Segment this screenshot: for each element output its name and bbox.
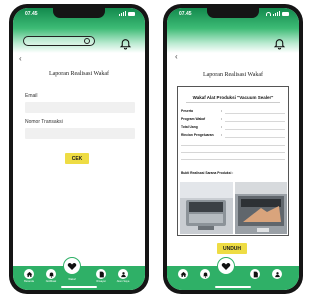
screen-laporan-detail: 07.45 ‹ Laporan Realisasi Wakaf Wakaf Al… [167, 8, 299, 290]
nav-label: Beranda [24, 280, 34, 283]
search-icon [84, 38, 90, 44]
email-field[interactable] [25, 102, 135, 113]
signal-icon [119, 11, 126, 16]
signal-icon [273, 11, 280, 16]
nav-item-notifikasi[interactable]: Notifikasi [41, 269, 61, 283]
status-time: 07.45 [25, 11, 38, 17]
cek-button[interactable]: CEK [65, 153, 89, 164]
battery-icon [128, 11, 135, 16]
search-input[interactable] [23, 36, 95, 46]
bell-icon[interactable] [119, 37, 132, 50]
status-icons [119, 11, 135, 16]
document-icon [250, 269, 260, 279]
nav-label: Wakaf [68, 278, 76, 281]
notch [207, 8, 259, 18]
home-indicator [215, 286, 251, 288]
nav-label: Riwayat [96, 280, 106, 283]
report-card: Wakaf Alat Produksi "Vacuum Sealer" Pese… [177, 86, 289, 236]
field-row: Rincian Pengeluaran : [181, 133, 285, 139]
nav-item-akun[interactable] [267, 269, 287, 279]
status-time: 07.45 [179, 11, 192, 17]
hands-heart-icon [221, 263, 231, 270]
nav-item-notifikasi[interactable] [195, 269, 215, 279]
card-heading: Wakaf Alat Produksi "Vacuum Sealer" [192, 95, 274, 100]
transaksi-field[interactable] [25, 128, 135, 139]
bell-icon[interactable] [273, 37, 286, 50]
hands-heart-icon [67, 263, 77, 270]
page-title: Laporan Realisasi Wakaf [202, 72, 264, 78]
nav-label: Akun Saya [116, 280, 130, 283]
nav-item-wakaf[interactable] [217, 257, 235, 275]
battery-icon [282, 11, 289, 16]
home-indicator [61, 286, 97, 288]
back-icon[interactable]: ‹ [19, 54, 22, 63]
bell-icon [200, 269, 210, 279]
page-title: Laporan Realisasi Wakaf [48, 71, 110, 77]
status-icons [266, 11, 289, 16]
bottom-nav: Beranda Notifikasi Wakaf Riwayat Akun Sa… [13, 257, 145, 290]
field-row: Peserta : [181, 109, 285, 115]
nav-item-beranda[interactable] [173, 269, 193, 279]
divider [186, 102, 280, 103]
field-label: Program Wakaf [181, 117, 206, 121]
bukti-label: Bukti Realisasi Sarana Produksi : [181, 171, 234, 175]
home-icon [24, 269, 34, 279]
unduh-button[interactable]: UNDUH [217, 243, 247, 254]
top-bar: 07.45 [167, 8, 299, 53]
field-row: Total Uang : [181, 125, 285, 131]
top-bar: 07.45 [13, 8, 145, 53]
user-icon [272, 269, 282, 279]
nav-label: Notifikasi [45, 280, 57, 283]
field-row: Program Wakaf : [181, 117, 285, 123]
divider [181, 159, 285, 160]
field-label: Total Uang [181, 125, 198, 129]
email-label: Email [25, 93, 38, 99]
back-icon[interactable]: ‹ [175, 52, 178, 61]
screen-cek-laporan: 07.45 ‹ Laporan Realisasi Wakaf Email No… [13, 8, 145, 290]
vacuum-sealer-photo [180, 182, 233, 234]
nav-item-wakaf[interactable] [63, 257, 81, 275]
user-icon [118, 269, 128, 279]
phone-frame-right: 07.45 ‹ Laporan Realisasi Wakaf Wakaf Al… [163, 4, 303, 294]
nav-item-akun[interactable]: Akun Saya [113, 269, 133, 283]
bottom-nav [167, 257, 299, 290]
bell-icon [46, 269, 56, 279]
phone-frame-left: 07.45 ‹ Laporan Realisasi Wakaf Email No… [9, 4, 149, 294]
nav-item-riwayat[interactable]: Riwayat [91, 269, 111, 283]
document-icon [96, 269, 106, 279]
home-icon [178, 269, 188, 279]
notch [53, 8, 105, 18]
nav-item-riwayat[interactable] [245, 269, 265, 279]
transaksi-label: Nomor Transaksi [25, 119, 63, 125]
divider [181, 152, 285, 153]
vacuum-sealer-photo [235, 182, 287, 234]
field-label: Peserta [181, 109, 193, 113]
field-label: Rincian Pengeluaran [181, 133, 214, 137]
wifi-icon [266, 11, 271, 16]
nav-item-beranda[interactable]: Beranda [19, 269, 39, 283]
divider [181, 145, 285, 146]
